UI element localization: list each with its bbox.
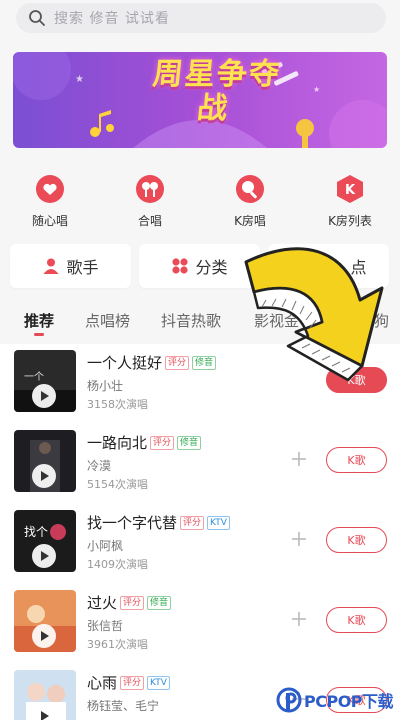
tab-film[interactable]: 影视金 bbox=[254, 310, 299, 331]
watermark: PCPOP下载 bbox=[276, 683, 398, 717]
song-title: 一路向北 bbox=[87, 434, 148, 452]
song-title: 一个人挺好 bbox=[87, 354, 163, 372]
svg-text:★: ★ bbox=[313, 85, 320, 94]
list-item[interactable]: 过火 评分 修音 张信哲 3961次演唱 K歌 bbox=[0, 586, 400, 666]
tag-badge: 修音 bbox=[177, 435, 202, 450]
tag-badge: 评分 bbox=[120, 595, 145, 610]
heart-icon bbox=[36, 175, 64, 203]
song-artist: 小阿枫 bbox=[87, 539, 124, 553]
svg-text:★: ★ bbox=[75, 74, 84, 85]
banner-title: 周星争夺战 bbox=[151, 57, 283, 126]
svg-text:找个: 找个 bbox=[24, 525, 48, 539]
k-song-button[interactable]: K歌 bbox=[326, 447, 387, 473]
song-title: 心雨 bbox=[87, 674, 118, 692]
k-song-button[interactable]: K歌 bbox=[326, 607, 387, 633]
song-artist: 张信哲 bbox=[87, 619, 124, 633]
search-input[interactable]: 搜索 修音 试试看 bbox=[16, 3, 386, 33]
quick-item-label: K房列表 bbox=[328, 214, 372, 228]
tab-indicator bbox=[34, 333, 44, 336]
search-icon bbox=[29, 10, 45, 26]
search-bar-area: 搜索 修音 试试看 bbox=[0, 0, 400, 40]
song-tabs: 推荐 点唱榜 抖音热歌 影视金 狗 bbox=[0, 304, 400, 340]
grid-icon bbox=[172, 258, 189, 274]
tab-recommend[interactable]: 推荐 bbox=[24, 310, 54, 331]
tag-badge: 修音 bbox=[147, 595, 172, 610]
play-icon[interactable] bbox=[32, 544, 56, 568]
category-label: 点 bbox=[350, 258, 367, 277]
category-row: 歌手 分类 点 bbox=[0, 244, 400, 288]
song-artist: 冷漠 bbox=[87, 459, 112, 473]
pcpop-logo-icon bbox=[276, 687, 302, 713]
play-icon[interactable] bbox=[32, 384, 56, 408]
tab-chart[interactable]: 点唱榜 bbox=[85, 310, 130, 331]
tag-badge: 评分 bbox=[120, 675, 145, 690]
mic-icon bbox=[236, 175, 264, 203]
quick-item-label: 随心唱 bbox=[31, 214, 68, 228]
tag-badge: 评分 bbox=[150, 435, 175, 450]
tab-more[interactable]: 狗 bbox=[374, 310, 389, 331]
quick-item-duet[interactable]: 合唱 bbox=[110, 166, 190, 229]
song-play-count: 3961次演唱 bbox=[87, 638, 148, 651]
category-type-button[interactable]: 分类 bbox=[139, 244, 260, 288]
quick-item-kroom-sing[interactable]: K房唱 bbox=[210, 166, 290, 229]
quick-item-label: K房唱 bbox=[234, 214, 266, 228]
duet-mic-icon bbox=[136, 175, 164, 203]
tag-badge: 修音 bbox=[192, 355, 217, 370]
list-item[interactable]: 找个 找一个字代替 评分 KTV 小阿枫 1409次演唱 K歌 bbox=[0, 506, 400, 586]
tag-badge: KTV bbox=[147, 675, 170, 690]
tag-badge: KTV bbox=[207, 515, 230, 530]
category-label: 分类 bbox=[195, 258, 228, 277]
add-icon[interactable] bbox=[289, 529, 309, 549]
song-artist: 杨钰莹、毛宁 bbox=[87, 699, 160, 713]
person-icon bbox=[43, 258, 59, 274]
svg-text:一个: 一个 bbox=[24, 371, 44, 383]
category-label: 歌手 bbox=[66, 258, 99, 277]
list-item[interactable]: 一个 一个人挺好 评分 修音 杨小壮 3158次演唱 K歌 bbox=[0, 346, 400, 426]
song-title: 找一个字代替 bbox=[87, 514, 178, 532]
k-badge-icon: K bbox=[337, 175, 363, 203]
song-play-count: 3158次演唱 bbox=[87, 398, 148, 411]
quick-item-heart[interactable]: 随心唱 bbox=[10, 166, 90, 229]
k-song-button[interactable]: K歌 bbox=[326, 367, 387, 393]
watermark-text: PCPOP下载 bbox=[304, 692, 394, 711]
add-icon[interactable] bbox=[289, 449, 309, 469]
song-artist: 杨小壮 bbox=[87, 379, 124, 393]
list-item[interactable]: 一路向北 评分 修音 冷漠 5154次演唱 K歌 bbox=[0, 426, 400, 506]
quick-actions: 随心唱 合唱 K房唱 K K房列表 bbox=[0, 166, 400, 232]
play-icon[interactable] bbox=[32, 464, 56, 488]
search-placeholder: 搜索 修音 试试看 bbox=[54, 11, 170, 27]
song-list: 一个 一个人挺好 评分 修音 杨小壮 3158次演唱 K歌 一路向北 评分 修音… bbox=[0, 344, 400, 720]
promo-banner[interactable]: ★ ★ 周星争夺战 bbox=[13, 52, 387, 148]
song-play-count: 1409次演唱 bbox=[87, 558, 148, 571]
category-third-button[interactable]: 点 bbox=[268, 244, 389, 288]
quick-item-label: 合唱 bbox=[137, 214, 162, 228]
add-icon[interactable] bbox=[289, 609, 309, 629]
category-singer-button[interactable]: 歌手 bbox=[10, 244, 131, 288]
tag-badge: 评分 bbox=[180, 515, 205, 530]
song-play-count: 5154次演唱 bbox=[87, 478, 148, 491]
play-icon[interactable] bbox=[32, 624, 56, 648]
song-title: 过火 bbox=[87, 594, 118, 612]
quick-item-kroom-list[interactable]: K K房列表 bbox=[310, 166, 390, 229]
k-song-button[interactable]: K歌 bbox=[326, 527, 387, 553]
tab-douyin[interactable]: 抖音热歌 bbox=[161, 310, 221, 331]
svg-text:K: K bbox=[345, 183, 356, 198]
tag-badge: 评分 bbox=[165, 355, 190, 370]
